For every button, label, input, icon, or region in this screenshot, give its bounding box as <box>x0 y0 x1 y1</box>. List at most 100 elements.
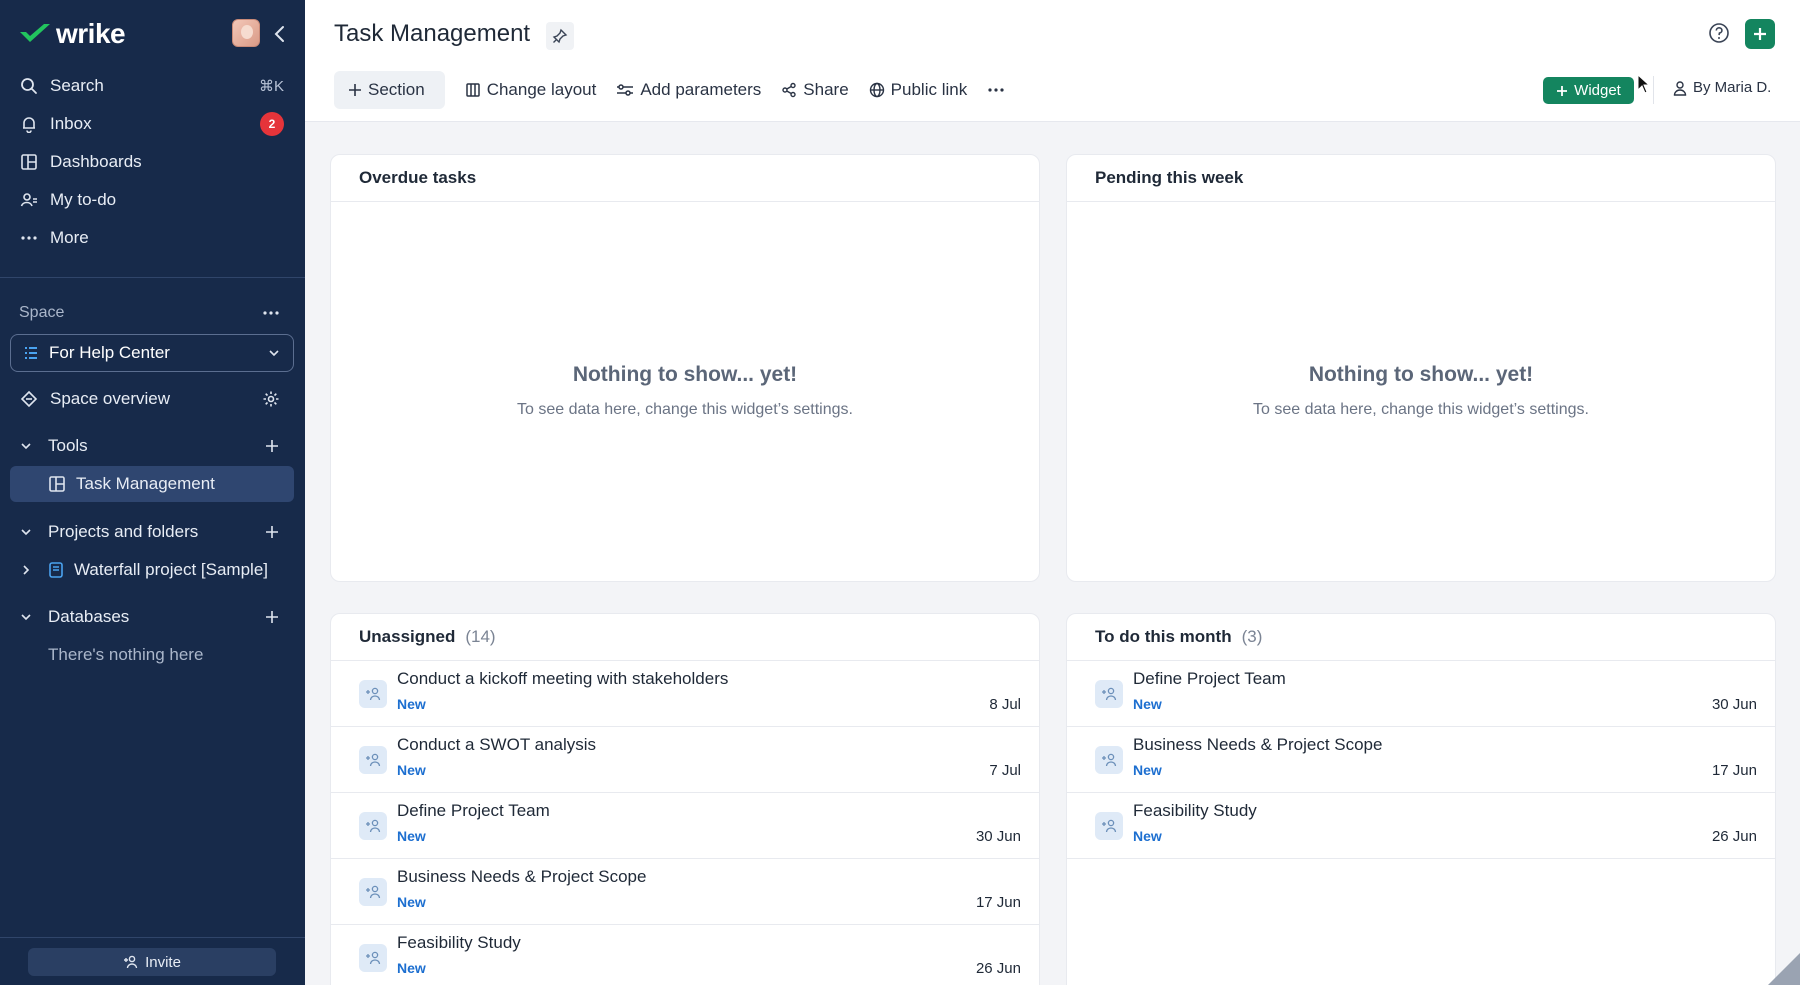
assign-user-icon[interactable] <box>359 746 387 774</box>
task-row[interactable]: Conduct a kickoff meeting with stakehold… <box>331 661 1039 727</box>
task-name[interactable]: Conduct a kickoff meeting with stakehold… <box>397 669 728 689</box>
widget-title: Overdue tasks <box>359 168 477 187</box>
overdue-tasks-widget: Overdue tasks Nothing to show... yet! To… <box>330 154 1040 582</box>
toolbar: Section Change layout Add parameters Sha… <box>334 71 1031 109</box>
widget-header[interactable]: Pending this week <box>1067 155 1775 202</box>
change-layout-label: Change layout <box>486 80 597 99</box>
todo-this-month-widget: To do this month (3) Define Project Team… <box>1066 613 1776 985</box>
add-section-button[interactable]: Section <box>334 71 445 109</box>
sliders-icon <box>616 82 634 98</box>
task-row[interactable]: Conduct a SWOT analysis New 7 Jul <box>331 727 1039 793</box>
sidebar-item-more[interactable]: More <box>10 220 294 256</box>
wrike-check-icon <box>20 24 50 42</box>
add-database-icon[interactable] <box>264 609 280 625</box>
projects-section[interactable]: Projects and folders <box>10 514 294 550</box>
chevron-right-icon[interactable] <box>20 564 34 576</box>
task-name[interactable]: Define Project Team <box>1133 669 1286 689</box>
add-widget-button[interactable]: Widget <box>1543 77 1634 104</box>
section-label: Section <box>368 80 425 99</box>
sidebar-item-search[interactable]: Search ⌘K <box>10 68 294 104</box>
sidebar-item-inbox[interactable]: Inbox 2 <box>10 106 294 142</box>
change-layout-button[interactable]: Change layout <box>465 71 597 109</box>
sidebar-item-waterfall-project[interactable]: Waterfall project [Sample] <box>10 552 294 588</box>
create-new-button[interactable] <box>1745 19 1775 49</box>
sidebar-item-label: Waterfall project [Sample] <box>74 560 268 579</box>
owner-filter[interactable]: By Maria D. <box>1673 79 1771 96</box>
public-link-button[interactable]: Public link <box>869 71 967 109</box>
task-date: 30 Jun <box>975 828 1021 845</box>
layout-icon <box>465 82 481 98</box>
task-name[interactable]: Conduct a SWOT analysis <box>397 735 596 755</box>
task-row[interactable]: Feasibility Study New 26 Jun <box>1067 793 1775 859</box>
task-date: 7 Jul <box>989 762 1021 779</box>
task-status[interactable]: New <box>1133 762 1162 778</box>
task-name[interactable]: Define Project Team <box>397 801 550 821</box>
assign-user-icon[interactable] <box>1095 680 1123 708</box>
dashboard-icon <box>18 151 40 173</box>
user-list-icon <box>18 189 40 211</box>
task-row[interactable]: Define Project Team New 30 Jun <box>1067 661 1775 727</box>
dashboard-icon <box>48 475 66 493</box>
empty-state-subtitle: To see data here, change this widget’s s… <box>1253 401 1589 418</box>
task-status[interactable]: New <box>397 828 426 844</box>
widget-label: Widget <box>1574 82 1621 99</box>
task-date: 17 Jun <box>975 894 1021 911</box>
widget-header[interactable]: To do this month (3) <box>1067 614 1775 661</box>
space-overview-icon <box>18 388 40 410</box>
space-selected-label: For Help Center <box>49 343 170 362</box>
task-row[interactable]: Define Project Team New 30 Jun <box>331 793 1039 859</box>
assign-user-icon[interactable] <box>1095 746 1123 774</box>
assign-user-icon[interactable] <box>359 944 387 972</box>
databases-section[interactable]: Databases <box>10 599 294 635</box>
space-more-icon[interactable] <box>262 304 280 322</box>
collapse-sidebar-icon[interactable] <box>270 24 290 44</box>
task-status[interactable]: New <box>1133 828 1162 844</box>
task-row[interactable]: Business Needs & Project Scope New 17 Ju… <box>331 859 1039 925</box>
sidebar-item-label: Search <box>50 76 104 95</box>
plus-icon <box>1754 28 1766 40</box>
sidebar-item-task-management[interactable]: Task Management <box>10 466 294 502</box>
sidebar-item-dashboards[interactable]: Dashboards <box>10 144 294 180</box>
assign-user-icon[interactable] <box>359 680 387 708</box>
add-project-icon[interactable] <box>264 524 280 540</box>
task-status[interactable]: New <box>1133 696 1162 712</box>
space-selector[interactable]: For Help Center <box>10 334 294 372</box>
pin-icon[interactable] <box>546 22 574 50</box>
assign-user-icon[interactable] <box>1095 812 1123 840</box>
assign-user-icon[interactable] <box>359 878 387 906</box>
task-status[interactable]: New <box>397 762 426 778</box>
task-row[interactable]: Business Needs & Project Scope New 17 Ju… <box>1067 727 1775 793</box>
tools-section[interactable]: Tools <box>10 428 294 464</box>
assign-user-icon[interactable] <box>359 812 387 840</box>
wrike-logo[interactable]: wrike <box>18 18 126 50</box>
share-button[interactable]: Share <box>781 71 849 109</box>
task-status[interactable]: New <box>397 696 426 712</box>
task-name[interactable]: Feasibility Study <box>397 933 521 953</box>
task-name[interactable]: Feasibility Study <box>1133 801 1257 821</box>
more-actions-button[interactable] <box>987 71 1011 109</box>
task-row[interactable]: Feasibility Study New 26 Jun <box>331 925 1039 985</box>
task-status[interactable]: New <box>397 960 426 976</box>
invite-bar: Invite <box>0 937 305 985</box>
page-title: Task Management <box>334 20 531 47</box>
invite-button[interactable]: Invite <box>28 948 276 976</box>
by-user-label: By Maria D. <box>1693 79 1772 96</box>
task-name[interactable]: Business Needs & Project Scope <box>397 867 646 887</box>
task-status[interactable]: New <box>397 894 426 910</box>
help-icon[interactable] <box>1708 22 1730 44</box>
globe-icon <box>869 82 885 98</box>
widget-header[interactable]: Unassigned (14) <box>331 614 1039 661</box>
avatar[interactable] <box>232 19 260 47</box>
widget-title: Pending this week <box>1095 168 1244 187</box>
gear-icon[interactable] <box>262 390 280 408</box>
chevron-down-icon <box>20 611 34 623</box>
widget-header[interactable]: Overdue tasks <box>331 155 1039 202</box>
sidebar-item-space-overview[interactable]: Space overview <box>10 381 294 417</box>
add-tool-icon[interactable] <box>264 438 280 454</box>
sidebar: wrike Search ⌘K Inbox 2 Dashboards My to… <box>0 0 305 985</box>
task-name[interactable]: Business Needs & Project Scope <box>1133 735 1382 755</box>
add-parameters-button[interactable]: Add parameters <box>616 71 761 109</box>
task-date: 17 Jun <box>1711 762 1757 779</box>
add-parameters-label: Add parameters <box>640 80 762 99</box>
sidebar-item-todo[interactable]: My to-do <box>10 182 294 218</box>
